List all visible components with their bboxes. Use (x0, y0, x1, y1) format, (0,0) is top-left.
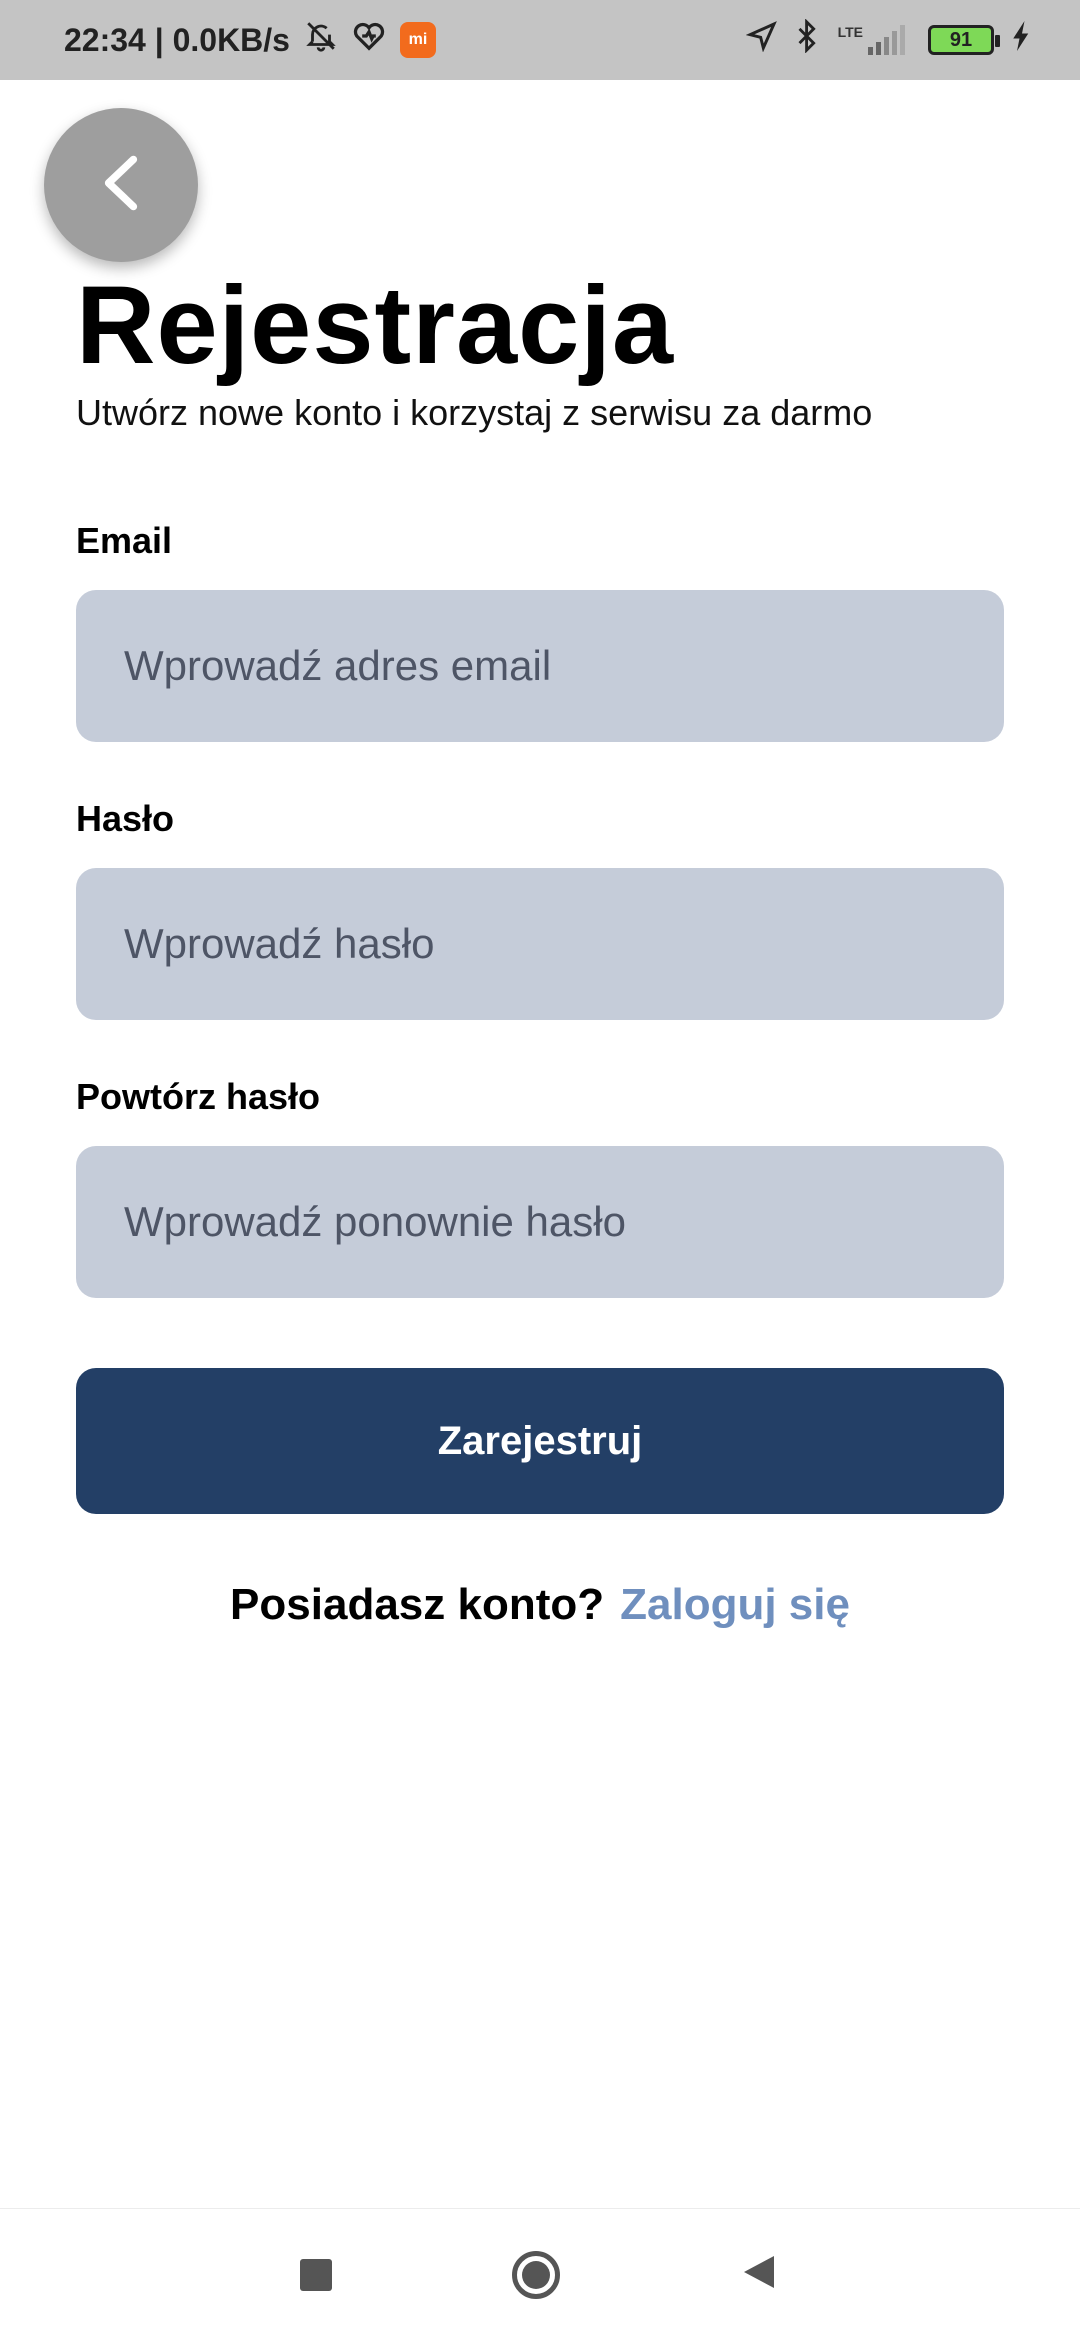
location-icon (745, 20, 778, 60)
back-nav-button[interactable] (740, 2252, 780, 2297)
login-question: Posiadasz konto? (230, 1580, 605, 1629)
status-right: LTE 91 (745, 0, 1032, 80)
status-time-speed: 22:34 | 0.0KB/s (64, 21, 290, 58)
email-field[interactable] (76, 590, 1004, 742)
password-field[interactable] (76, 868, 1004, 1020)
battery-icon: 91 (928, 25, 1000, 55)
system-nav-bar (0, 2208, 1080, 2340)
signal-icon: LTE (838, 25, 910, 55)
recents-button[interactable] (300, 2258, 332, 2291)
password-label: Hasło (76, 798, 175, 839)
repeat-password-field[interactable] (76, 1146, 1004, 1298)
mi-app-icon: mi (399, 22, 436, 58)
chevron-left-icon (96, 152, 146, 219)
triangle-back-icon (744, 2256, 774, 2288)
mute-icon (304, 19, 338, 61)
page-title: Rejestracja (76, 264, 675, 387)
charging-icon (1012, 21, 1032, 59)
back-button[interactable] (44, 108, 198, 262)
bluetooth-icon (796, 18, 820, 61)
login-link[interactable]: Zaloguj się (620, 1580, 850, 1630)
health-icon (352, 21, 386, 59)
login-prompt: Posiadasz konto? Zaloguj się (0, 1580, 1080, 1630)
email-label: Email (76, 520, 173, 561)
register-button[interactable]: Zarejestruj (76, 1368, 1004, 1514)
home-circle-icon (522, 2260, 550, 2289)
status-bar: 22:34 | 0.0KB/s mi LTE 91 (0, 0, 1080, 80)
repeat-password-label: Powtórz hasło (76, 1076, 321, 1117)
page-subtitle: Utwórz nowe konto i korzystaj z serwisu … (76, 392, 873, 433)
status-left: 22:34 | 0.0KB/s mi (64, 19, 436, 61)
home-button[interactable] (512, 2250, 560, 2299)
network-type: LTE (837, 24, 863, 40)
